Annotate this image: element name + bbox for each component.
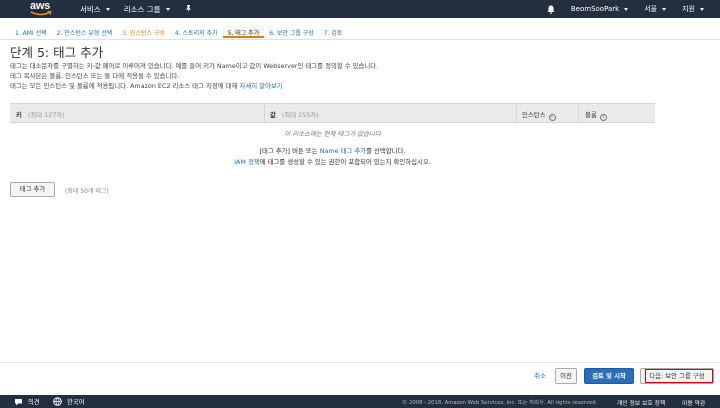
globe-icon (53, 397, 62, 406)
step-review[interactable]: 7. 검토 (319, 26, 348, 38)
description-line-3-text: 태그는 모든 인스턴스 및 볼륨에 적용됩니다. Amazon EC2 리소스 … (10, 82, 238, 90)
steps-divider (0, 39, 720, 40)
region-menu[interactable]: 서울 (644, 4, 667, 14)
top-nav-bar: aws 서비스 리소스 그룹 BeomSooPark 서울 지원 (0, 0, 720, 18)
chevron-down-icon (662, 7, 667, 11)
aws-logo[interactable]: aws (30, 0, 74, 18)
account-menu[interactable]: BeomSooPark (570, 5, 629, 13)
col-volume-label: 볼륨 (585, 111, 597, 119)
privacy-policy-link[interactable]: 개인 정보 보호 정책 (617, 398, 665, 407)
chevron-down-icon (165, 7, 170, 11)
wizard-steps: 1. AMI 선택 2. 인스턴스 유형 선택 3. 인스턴스 구성 4. 스토… (10, 26, 347, 38)
col-value-hint: (최대 255자) (281, 111, 319, 119)
step-choose-instance-type[interactable]: 2. 인스턴스 유형 선택 (52, 26, 118, 38)
resource-groups-label: 리소스 그룹 (123, 4, 161, 14)
footer-bar: 의견 한국어 © 2008 - 2018, Amazon Web Service… (0, 395, 720, 408)
bell-icon[interactable] (547, 5, 555, 14)
resource-groups-menu[interactable]: 리소스 그룹 (124, 4, 170, 15)
step-add-storage[interactable]: 4. 스토리지 추가 (170, 26, 223, 38)
step-configure-security-group[interactable]: 6. 보안 그룹 구성 (264, 26, 319, 38)
step-configure-instance[interactable]: 3. 인스턴스 구성 (117, 26, 170, 38)
add-name-tag-link[interactable]: Name 태그 추가 (320, 147, 366, 155)
tag-table-header: 키 (최대 127자) 값 (최대 255자) 인스턴스 i 볼륨 i (10, 103, 655, 123)
description-line-2: 태그 복사본은 볼륨, 인스턴스 또는 둘 다에 적용될 수 있습니다. (10, 72, 180, 80)
chevron-down-icon (105, 7, 110, 11)
add-tag-hint: [태그 추가] 버튼 또는 Name 태그 추가를 선택합니다. (10, 146, 655, 155)
col-value-label: 값 (270, 111, 276, 119)
iam-policy-link[interactable]: IAM 정책 (234, 158, 260, 166)
services-label: 서비스 (80, 4, 101, 14)
col-key: 키 (최대 127자) (16, 110, 65, 119)
page-title: 단계 5: 태그 추가 (10, 45, 104, 60)
speech-bubble-icon (15, 398, 22, 405)
info-icon[interactable]: i (548, 114, 556, 121)
pin-icon[interactable] (184, 5, 192, 13)
account-name: BeomSooPark (570, 5, 620, 13)
col-instance-label: 인스턴스 (522, 111, 546, 119)
description-line-1: 태그는 대소문자를 구별하는 키-값 페어로 이루어져 있습니다. 예를 들어 … (10, 62, 379, 70)
add-tag-button[interactable]: 태그 추가 (10, 182, 55, 197)
cancel-button[interactable]: 취소 (530, 368, 550, 384)
region-name: 서울 (644, 5, 658, 13)
step-add-tags[interactable]: 5. 태그 추가 (222, 26, 265, 38)
column-divider (578, 104, 579, 123)
col-key-hint: (최대 127자) (27, 111, 65, 119)
chevron-down-icon (624, 7, 629, 11)
add-tag-hint-suffix: 를 선택합니다. (366, 147, 406, 155)
col-volume: 볼륨 i (585, 110, 607, 121)
aws-smile-icon (30, 11, 52, 16)
previous-button[interactable]: 이전 (555, 368, 577, 384)
chevron-down-icon (700, 7, 704, 11)
column-divider (516, 104, 517, 123)
review-and-launch-button[interactable]: 검토 및 시작 (584, 368, 634, 384)
iam-hint-text: 에 태그를 생성할 수 있는 권한이 포함되어 있는지 확인하십시오. (259, 158, 431, 166)
support-menu[interactable]: 지원 (682, 4, 704, 14)
info-icon[interactable]: i (599, 114, 607, 121)
iam-hint: IAM 정책에 태그를 생성할 수 있는 권한이 포함되어 있는지 확인하십시오… (10, 157, 655, 166)
terms-of-use-link[interactable]: 이용 약관 (682, 398, 705, 407)
services-menu[interactable]: 서비스 (80, 4, 110, 15)
feedback-button[interactable]: 의견 (14, 397, 40, 406)
col-key-label: 키 (16, 111, 22, 119)
language-selector[interactable]: 한국어 (53, 397, 84, 406)
step-choose-ami[interactable]: 1. AMI 선택 (10, 26, 52, 38)
add-tag-hint-prefix: [태그 추가] 버튼 또는 (259, 147, 318, 155)
col-instance: 인스턴스 i (522, 110, 556, 121)
next-configure-security-group-button[interactable]: 다음: 보안 그룹 구성 (640, 368, 714, 384)
tag-limit-note: (최대 50개 태그) (65, 188, 109, 195)
language-label: 한국어 (67, 399, 85, 406)
empty-tags-message: 이 리소스에는 현재 태그가 없습니다 (284, 130, 381, 138)
col-value: 값 (최대 255자) (270, 110, 319, 119)
description-line-3: 태그는 모든 인스턴스 및 볼륨에 적용됩니다. Amazon EC2 리소스 … (10, 81, 283, 90)
feedback-label: 의견 (28, 399, 40, 406)
copyright-text: © 2008 - 2018, Amazon Web Services, Inc.… (402, 400, 598, 406)
column-divider (264, 104, 265, 123)
support-label: 지원 (682, 5, 695, 13)
learn-more-link[interactable]: 자세히 알아보기 (239, 82, 282, 90)
action-bar-divider (0, 362, 720, 363)
